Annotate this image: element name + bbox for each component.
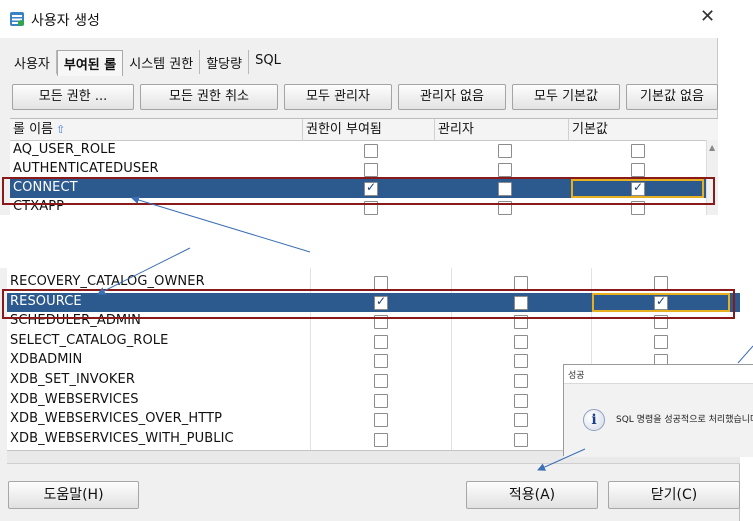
revoke-all-button[interactable]: 모든 권한 취소 [140, 84, 278, 110]
title-bar: 사용자 생성 ✕ [0, 0, 718, 38]
admin-checkbox[interactable] [514, 374, 528, 388]
admin-checkbox[interactable] [514, 334, 528, 349]
role-name-cell: RECOVERY_CATALOG_OWNER [10, 274, 205, 289]
table-row[interactable]: AUTHENTICATEDUSER [10, 160, 718, 179]
role-name-cell: XDB_WEBSERVICES [10, 391, 139, 407]
admin-checkbox[interactable] [498, 163, 512, 177]
success-dialog-title: 성공 [568, 371, 585, 381]
granted-checkbox[interactable] [364, 201, 378, 215]
app-icon [10, 12, 24, 26]
grant-all-button[interactable]: 모든 권한 ... [12, 84, 134, 110]
granted-checkbox[interactable] [374, 393, 388, 408]
header-admin[interactable]: 관리자 [435, 119, 569, 141]
header-default[interactable]: 기본값 [569, 119, 718, 141]
role-name-cell: CONNECT [13, 180, 78, 195]
default-none-button[interactable]: 기본값 없음 [626, 84, 718, 110]
granted-checkbox[interactable] [374, 315, 388, 330]
help-button[interactable]: 도움말(H) [8, 481, 139, 509]
tab-sql[interactable]: SQL [249, 50, 287, 74]
info-icon: i [583, 409, 605, 431]
roles-grid-top: 롤 이름 ⇧ 권한이 부여됨 관리자 기본값 AQ_USER_ROLE AUTHEN… [10, 118, 718, 215]
vertical-scrollbar[interactable]: ▲ [706, 140, 718, 215]
tab-strip: 사용자 부여된 롤 시스템 권한 할당량 SQL [8, 50, 287, 76]
grid-header: 롤 이름 ⇧ 권한이 부여됨 관리자 기본값 [10, 119, 718, 141]
admin-checkbox[interactable] [514, 413, 528, 428]
role-name-cell: SCHEDULER_ADMIN [10, 313, 142, 329]
admin-checkbox[interactable] [498, 182, 512, 196]
table-row[interactable]: SELECT_CATALOG_ROLE [7, 332, 740, 352]
arrow-from-popup [737, 345, 753, 364]
default-checkbox[interactable] [631, 163, 645, 177]
default-checkbox[interactable] [654, 294, 668, 310]
role-name-cell: XDB_WEBSERVICES_OVER_HTTP [10, 411, 223, 427]
close-icon[interactable]: ✕ [700, 8, 715, 26]
granted-checkbox[interactable] [364, 180, 378, 196]
close-button[interactable]: 닫기(C) [608, 481, 740, 509]
role-name-cell: RESOURCE [10, 293, 82, 309]
granted-checkbox[interactable] [364, 163, 378, 177]
granted-checkbox[interactable] [374, 374, 388, 388]
role-name-cell: XDB_SET_INVOKER [10, 372, 135, 387]
default-checkbox[interactable] [631, 180, 645, 196]
table-row[interactable]: RESOURCE [7, 292, 740, 313]
window-title: 사용자 생성 [31, 13, 100, 29]
admin-checkbox[interactable] [498, 144, 512, 158]
granted-checkbox[interactable] [364, 144, 378, 158]
admin-checkbox[interactable] [514, 315, 528, 330]
apply-button[interactable]: 적용(A) [466, 481, 598, 509]
tab-user[interactable]: 사용자 [8, 50, 57, 74]
table-row[interactable]: CONNECT [10, 179, 718, 198]
default-checkbox[interactable] [631, 201, 645, 215]
default-checkbox[interactable] [654, 315, 668, 330]
default-checkbox[interactable] [654, 334, 668, 349]
tab-granted-roles[interactable]: 부여된 롤 [56, 50, 124, 76]
granted-checkbox[interactable] [374, 276, 388, 290]
role-name-cell: AQ_USER_ROLE [13, 142, 116, 157]
granted-checkbox[interactable] [374, 334, 388, 349]
admin-checkbox[interactable] [514, 295, 528, 310]
admin-checkbox[interactable] [498, 201, 512, 215]
granted-checkbox[interactable] [374, 294, 388, 310]
header-granted[interactable]: 권한이 부여됨 [303, 119, 435, 141]
granted-checkbox[interactable] [374, 413, 388, 428]
granted-checkbox[interactable] [374, 432, 388, 447]
role-name-cell: AUTHENTICATEDUSER [13, 161, 159, 176]
header-role-name[interactable]: 롤 이름 ⇧ [10, 119, 303, 141]
tab-quotas[interactable]: 할당량 [200, 50, 250, 74]
role-toolbar: 모든 권한 ... 모든 권한 취소 모두 관리자 관리자 없음 모두 기본값 … [12, 84, 718, 112]
no-admin-button[interactable]: 관리자 없음 [398, 84, 506, 110]
table-row[interactable]: AQ_USER_ROLE [10, 141, 718, 160]
table-row[interactable]: CTXAPP [10, 198, 718, 215]
tab-system-privileges[interactable]: 시스템 권한 [123, 50, 201, 74]
success-dialog: 성공 i SQL 명령을 성공적으로 처리했습니다 [563, 364, 753, 457]
role-name-cell: XDB_WEBSERVICES_WITH_PUBLIC [10, 430, 234, 446]
admin-all-button[interactable]: 모두 관리자 [284, 84, 392, 110]
admin-checkbox[interactable] [514, 354, 528, 369]
success-dialog-body: i SQL 명령을 성공적으로 처리했습니다 [564, 383, 753, 457]
admin-checkbox[interactable] [514, 276, 528, 290]
admin-checkbox[interactable] [514, 432, 528, 447]
table-row[interactable]: SCHEDULER_ADMIN [7, 312, 740, 332]
default-all-button[interactable]: 모두 기본값 [512, 84, 620, 110]
granted-checkbox[interactable] [374, 354, 388, 369]
success-message: SQL 명령을 성공적으로 처리했습니다 [616, 415, 753, 425]
admin-checkbox[interactable] [514, 393, 528, 408]
default-checkbox[interactable] [631, 144, 645, 158]
role-name-cell: CTXAPP [13, 199, 65, 214]
scroll-up-icon: ▲ [709, 143, 716, 152]
table-row[interactable]: RECOVERY_CATALOG_OWNER [7, 273, 740, 293]
sort-ascending-icon: ⇧ [56, 123, 66, 136]
role-name-cell: XDBADMIN [10, 352, 83, 368]
default-checkbox[interactable] [654, 276, 668, 290]
role-name-cell: SELECT_CATALOG_ROLE [10, 332, 169, 348]
